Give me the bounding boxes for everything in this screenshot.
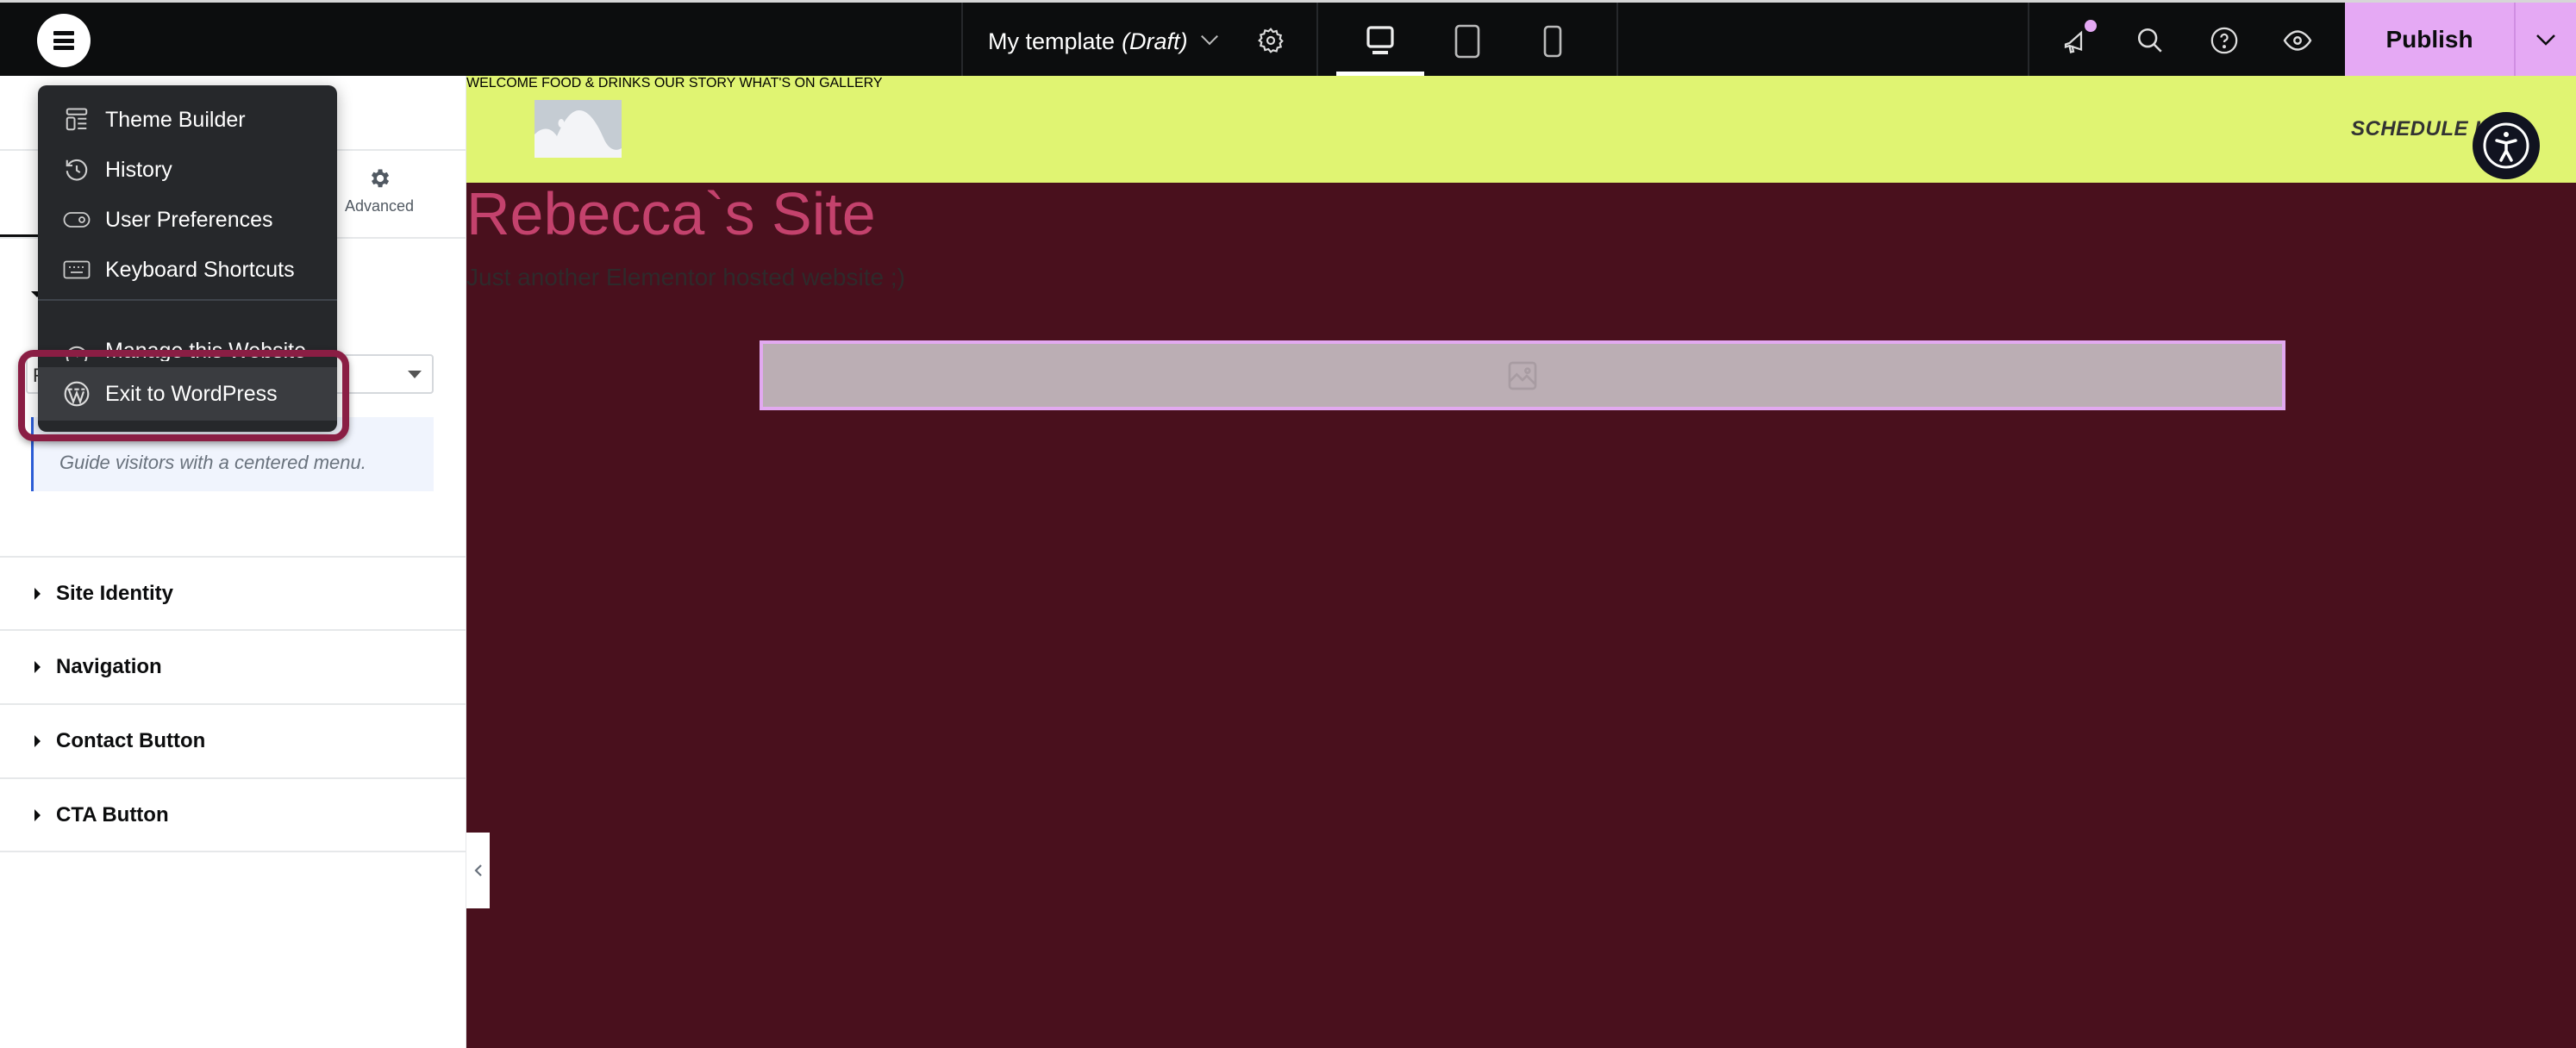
chevron-left-icon	[473, 864, 482, 876]
menu-item-label: Exit to WordPress	[105, 381, 278, 406]
menu-item-manage-website[interactable]: Manage this Website	[38, 335, 337, 361]
device-desktop-button[interactable]	[1359, 20, 1402, 63]
desktop-icon	[1366, 26, 1394, 54]
info-text: Guide visitors with a centered menu.	[59, 452, 366, 473]
wordpress-icon	[62, 379, 91, 409]
publish-label: Publish	[2385, 25, 2473, 53]
menu-item-label: User Preferences	[105, 207, 273, 232]
menu-item-label: Keyboard Shortcuts	[105, 257, 295, 282]
image-widget-placeholder[interactable]	[760, 340, 2285, 410]
history-icon	[62, 155, 91, 184]
help-icon	[2210, 27, 2238, 54]
caret-down-icon	[408, 371, 422, 378]
section-label: Navigation	[56, 654, 162, 678]
collapse-panel-button[interactable]	[466, 833, 490, 908]
elementor-editor: My template (Draft) Publish Advanced Gui…	[0, 0, 2576, 1048]
accessibility-icon	[2483, 122, 2529, 169]
site-tagline: Just another Elementor hosted website ;)	[466, 264, 905, 290]
editor-top-bar: My template (Draft) Publish	[0, 0, 2576, 76]
caret-right-icon	[34, 587, 41, 600]
chevron-down-icon	[1200, 28, 1218, 46]
preview-canvas: WELCOME FOOD & DRINKS OUR STORY WHAT'S O…	[466, 76, 2576, 1048]
menu-item-label: Manage this Website	[105, 339, 306, 361]
site-title: Rebecca`s Site	[466, 180, 876, 247]
search-button[interactable]	[2129, 20, 2171, 61]
document-title-dropdown[interactable]: My template (Draft)	[988, 24, 1218, 59]
nav-item-welcome[interactable]: WELCOME	[466, 76, 538, 90]
notification-dot	[2085, 20, 2097, 32]
gear-icon	[372, 169, 390, 188]
theme-builder-icon	[62, 105, 91, 134]
preview-button[interactable]	[2277, 20, 2318, 61]
device-tablet-button[interactable]	[1446, 20, 1489, 63]
document-title: My template	[988, 28, 1116, 54]
page-settings-button[interactable]	[1252, 22, 1290, 59]
cta-clip: SCHEDULE NOW	[2351, 114, 2480, 148]
preview-eye-icon	[2283, 30, 2312, 51]
section-label: Contact Button	[56, 728, 206, 752]
divider	[1316, 3, 1318, 76]
menu-item-history[interactable]: History	[38, 146, 337, 194]
document-status: (Draft)	[1122, 28, 1188, 54]
hamburger-icon	[53, 31, 74, 50]
site-header: WELCOME FOOD & DRINKS OUR STORY WHAT'S O…	[466, 76, 2576, 183]
nav-item-whats-on[interactable]: WHAT'S ON	[740, 76, 816, 90]
menu-item-label: Theme Builder	[105, 107, 246, 132]
menu-divider	[38, 299, 337, 301]
site-logo-placeholder[interactable]	[535, 100, 622, 158]
tab-advanced[interactable]: Advanced	[332, 166, 427, 227]
divider	[1616, 3, 1618, 76]
mobile-icon	[1543, 25, 1562, 58]
dashboard-icon	[62, 342, 91, 361]
chevron-down-icon	[2536, 34, 2555, 46]
caret-right-icon	[34, 734, 41, 747]
tab-advanced-label: Advanced	[344, 197, 415, 215]
divider	[2028, 3, 2029, 76]
main-menu-dropdown: Theme Builder History User Preferences K…	[38, 85, 337, 432]
caret-right-icon	[34, 660, 41, 673]
menu-item-exit-to-wordpress[interactable]: Exit to WordPress	[38, 367, 337, 421]
device-mobile-button[interactable]	[1531, 20, 1574, 63]
help-button[interactable]	[2204, 20, 2245, 61]
gear-icon	[1258, 28, 1284, 53]
section-label: Site Identity	[56, 581, 174, 605]
schedule-cta-link[interactable]: SCHEDULE NOW	[2351, 117, 2480, 141]
image-icon	[1508, 361, 1537, 390]
menu-item-keyboard-shortcuts[interactable]: Keyboard Shortcuts	[38, 246, 337, 294]
section-contact-button[interactable]: Contact Button	[0, 703, 466, 777]
keyboard-icon	[62, 255, 91, 284]
search-icon	[2137, 28, 2162, 53]
nav-item-food-drinks[interactable]: FOOD & DRINKS	[541, 76, 650, 90]
accessibility-button[interactable]	[2473, 112, 2540, 179]
image-placeholder-icon	[535, 110, 622, 158]
section-cta-button[interactable]: CTA Button	[0, 777, 466, 851]
nav-item-our-story[interactable]: OUR STORY	[654, 76, 735, 90]
tablet-icon	[1454, 24, 1480, 59]
section-navigation[interactable]: Navigation	[0, 629, 466, 702]
menu-item-user-preferences[interactable]: User Preferences	[38, 196, 337, 244]
menu-item-theme-builder[interactable]: Theme Builder	[38, 96, 337, 144]
section-site-identity[interactable]: Site Identity	[0, 556, 466, 629]
divider	[0, 851, 466, 852]
whats-new-button[interactable]	[2055, 20, 2097, 61]
publish-button[interactable]: Publish	[2345, 3, 2514, 76]
divider	[961, 3, 963, 76]
menu-item-label: History	[105, 157, 172, 182]
toggle-icon	[62, 205, 91, 234]
nav-item-gallery[interactable]: GALLERY	[819, 76, 883, 90]
main-menu-button[interactable]	[37, 14, 91, 67]
section-label: CTA Button	[56, 802, 169, 827]
caret-right-icon	[34, 808, 41, 821]
publish-options-button[interactable]	[2514, 3, 2576, 76]
